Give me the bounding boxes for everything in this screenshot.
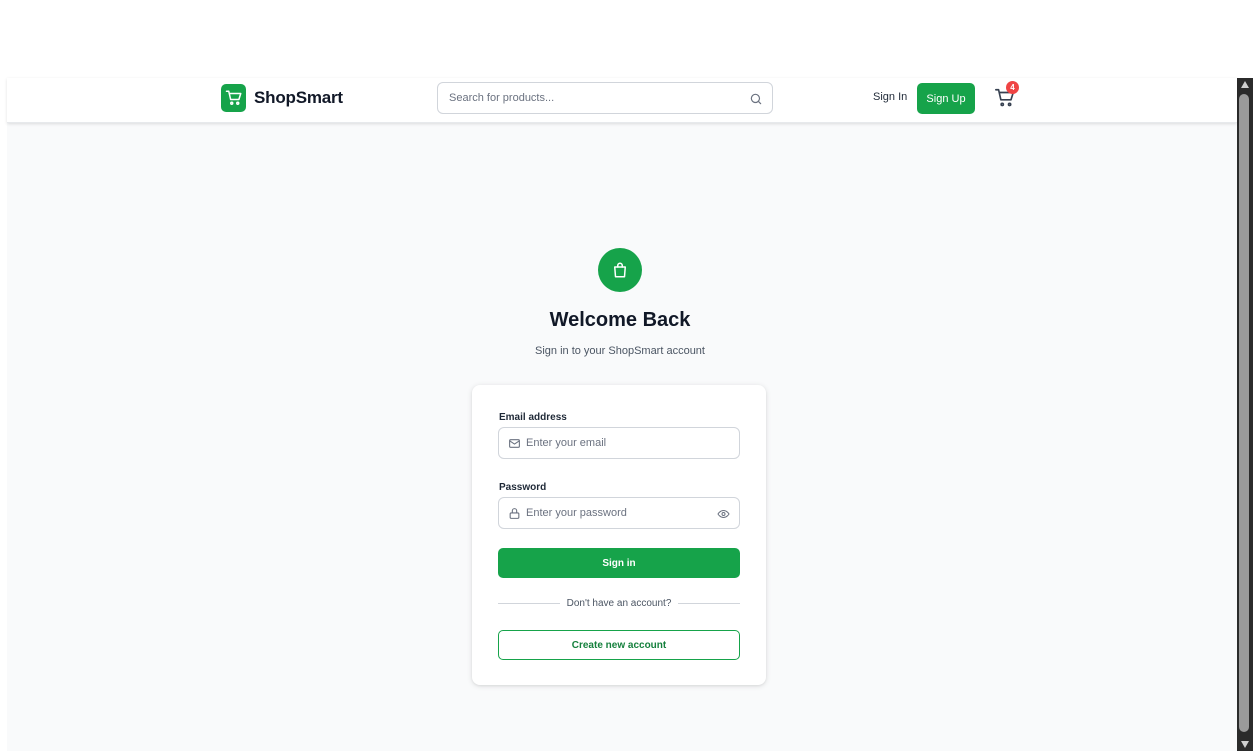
- sign-in-button[interactable]: Sign in: [498, 548, 740, 578]
- brand-name: ShopSmart: [254, 88, 343, 107]
- main-content: Welcome Back Sign in to your ShopSmart a…: [7, 123, 1237, 751]
- page-title: Welcome Back: [549, 309, 691, 331]
- divider: Don't have an account?: [498, 596, 741, 610]
- scroll-up-arrow-icon[interactable]: [1241, 81, 1249, 88]
- email-field-wrapper: [498, 427, 740, 459]
- scrollbar-thumb[interactable]: [1239, 94, 1249, 732]
- navbar: ShopSmart Sign In Sign Up 4: [7, 78, 1237, 123]
- password-field[interactable]: [499, 498, 739, 528]
- page-subtitle: Sign in to your ShopSmart account: [535, 345, 705, 357]
- divider-line-right: [678, 602, 741, 604]
- password-label: Password: [499, 482, 547, 493]
- scroll-down-arrow-icon[interactable]: [1241, 741, 1249, 748]
- email-field[interactable]: [499, 428, 739, 458]
- sign-up-button[interactable]: Sign Up: [917, 83, 975, 114]
- cart-button[interactable]: 4: [994, 81, 1024, 110]
- create-account-button[interactable]: Create new account: [498, 630, 740, 660]
- search-icon[interactable]: [749, 92, 763, 106]
- search-box: [437, 82, 773, 114]
- divider-text: Don't have an account?: [566, 597, 672, 609]
- top-blank-area: [0, 0, 1237, 78]
- cart-count-badge: 4: [1006, 81, 1019, 94]
- brand-logo[interactable]: ShopSmart: [221, 82, 343, 114]
- divider-line-left: [498, 602, 560, 604]
- eye-icon[interactable]: [717, 508, 730, 520]
- login-card: Email address Password: [472, 385, 766, 685]
- email-label: Email address: [499, 412, 567, 423]
- search-input[interactable]: [438, 83, 772, 113]
- sign-in-link[interactable]: Sign In: [873, 91, 907, 103]
- shopping-bag-icon: [598, 248, 642, 292]
- browser-viewport: ShopSmart Sign In Sign Up 4: [0, 0, 1253, 751]
- vertical-scrollbar[interactable]: [1237, 78, 1253, 751]
- password-field-wrapper: [498, 497, 740, 529]
- cart-icon: [221, 84, 246, 112]
